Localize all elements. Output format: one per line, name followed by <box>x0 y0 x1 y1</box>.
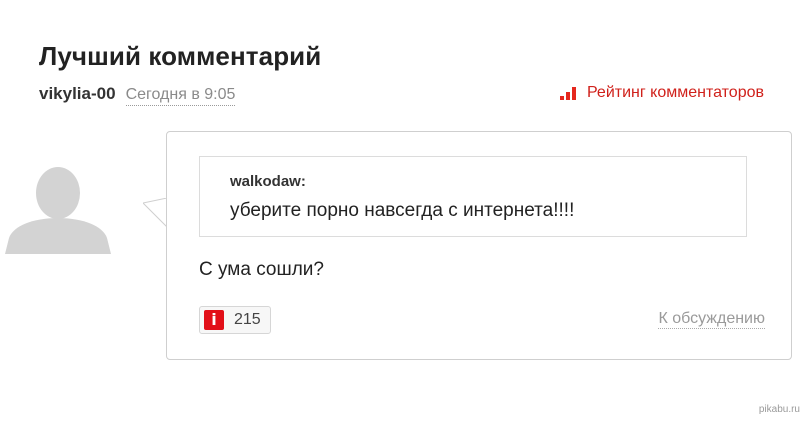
comment-card: walkodaw: уберите порно навсегда с интер… <box>166 131 792 360</box>
page-title: Лучший комментарий <box>39 41 322 71</box>
vote-count: 215 <box>234 311 261 328</box>
comment-meta: vikylia-00 Сегодня в 9:05 <box>39 84 236 106</box>
commentators-rating-label: Рейтинг комментаторов <box>586 84 764 101</box>
comment-author[interactable]: vikylia-00 <box>39 84 116 104</box>
commentators-rating-link[interactable]: Рейтинг комментаторов <box>559 84 764 102</box>
comment-date[interactable]: Сегодня в 9:05 <box>125 86 236 106</box>
quoted-text: уберите порно навсегда с интернета!!!! <box>230 200 575 221</box>
best-comment-page: Лучший комментарий vikylia-00 Сегодня в … <box>0 0 806 421</box>
info-badge-icon: i <box>204 310 224 330</box>
vote-counter[interactable]: i 215 <box>199 306 271 334</box>
rating-bars-icon <box>559 86 576 100</box>
user-avatar-placeholder-icon[interactable] <box>5 166 111 254</box>
site-watermark: pikabu.ru <box>758 404 800 415</box>
quoted-comment: walkodaw: уберите порно навсегда с интер… <box>199 156 747 237</box>
comment-text: С ума сошли? <box>199 259 324 280</box>
quoted-author[interactable]: walkodaw: <box>230 173 306 190</box>
to-discussion-link[interactable]: К обсуждению <box>658 310 765 329</box>
